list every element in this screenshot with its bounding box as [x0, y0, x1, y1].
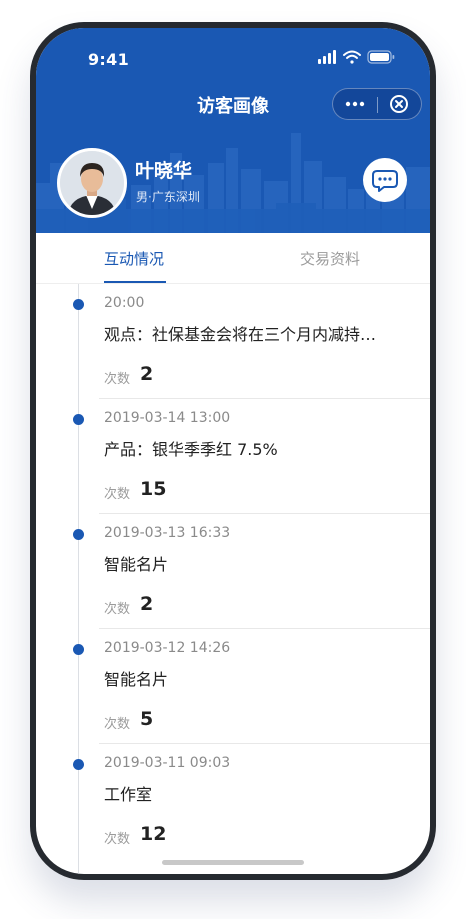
timeline-dot — [73, 529, 84, 540]
timeline-dot — [73, 414, 84, 425]
battery-icon — [367, 50, 395, 64]
home-indicator[interactable] — [162, 860, 304, 865]
timeline-item[interactable]: 20:00 观点：社保基金会将在三个月内减持… 次数 2 — [36, 284, 430, 399]
wifi-icon — [343, 50, 361, 64]
count-label: 次数 — [104, 602, 131, 617]
more-icon — [345, 101, 365, 107]
count-value: 15 — [140, 478, 167, 500]
tab-bar: 互动情况 交易资料 — [36, 233, 430, 284]
count-value: 12 — [140, 823, 167, 845]
active-tab-indicator — [104, 281, 166, 283]
count-label: 次数 — [104, 372, 131, 387]
timeline-dot — [73, 759, 84, 770]
tab-interaction[interactable]: 互动情况 — [104, 248, 164, 269]
status-time: 9:41 — [88, 50, 129, 69]
item-content: 工作室 — [104, 785, 153, 804]
item-content: 智能名片 — [104, 555, 169, 574]
count-label: 次数 — [104, 487, 131, 502]
close-circle-icon — [390, 95, 408, 113]
more-button[interactable] — [333, 89, 377, 119]
close-button[interactable] — [378, 89, 422, 119]
item-content: 智能名片 — [104, 670, 169, 689]
header: 9:41 访客画像 叶晓华 男·广东深圳 — [36, 28, 430, 233]
visitor-meta: 男·广东深圳 — [136, 190, 200, 204]
item-content: 观点：社保基金会将在三个月内减持… — [104, 325, 377, 344]
screen: 9:41 访客画像 叶晓华 男·广东深圳 互动情况 交易资料 20:00 观点：… — [36, 28, 430, 874]
signal-icon — [318, 50, 336, 64]
status-icons — [318, 50, 395, 64]
timeline-dot — [73, 644, 84, 655]
tab-transaction[interactable]: 交易资料 — [300, 248, 360, 269]
chat-button[interactable] — [363, 158, 407, 202]
item-time: 2019-03-12 14:26 — [104, 640, 231, 656]
item-time: 20:00 — [104, 295, 145, 311]
item-time: 2019-03-11 09:03 — [104, 755, 231, 771]
avatar-photo — [60, 151, 124, 215]
chat-bubble-icon — [372, 170, 398, 192]
count-label: 次数 — [104, 717, 131, 732]
count-value: 5 — [140, 708, 154, 730]
count-label: 次数 — [104, 832, 131, 847]
item-time: 2019-03-14 13:00 — [104, 410, 231, 426]
timeline-item[interactable]: 2019-03-11 09:03 工作室 次数 12 — [36, 744, 430, 859]
timeline-item[interactable]: 2019-03-13 16:33 智能名片 次数 2 — [36, 514, 430, 629]
phone-frame: 9:41 访客画像 叶晓华 男·广东深圳 互动情况 交易资料 20:00 观点：… — [30, 22, 436, 880]
avatar[interactable] — [57, 148, 127, 218]
timeline-item[interactable]: 2019-03-12 14:26 智能名片 次数 5 — [36, 629, 430, 744]
interaction-timeline: 20:00 观点：社保基金会将在三个月内减持… 次数 2 2019-03-14 … — [36, 284, 430, 874]
visitor-name: 叶晓华 — [135, 160, 193, 182]
count-value: 2 — [140, 363, 154, 385]
timeline-dot — [73, 299, 84, 310]
mini-program-capsule — [332, 88, 422, 120]
timeline-item[interactable]: 2019-03-14 13:00 产品：银华季季红 7.5% 次数 15 — [36, 399, 430, 514]
item-time: 2019-03-13 16:33 — [104, 525, 231, 541]
count-value: 2 — [140, 593, 154, 615]
item-content: 产品：银华季季红 7.5% — [104, 440, 278, 459]
